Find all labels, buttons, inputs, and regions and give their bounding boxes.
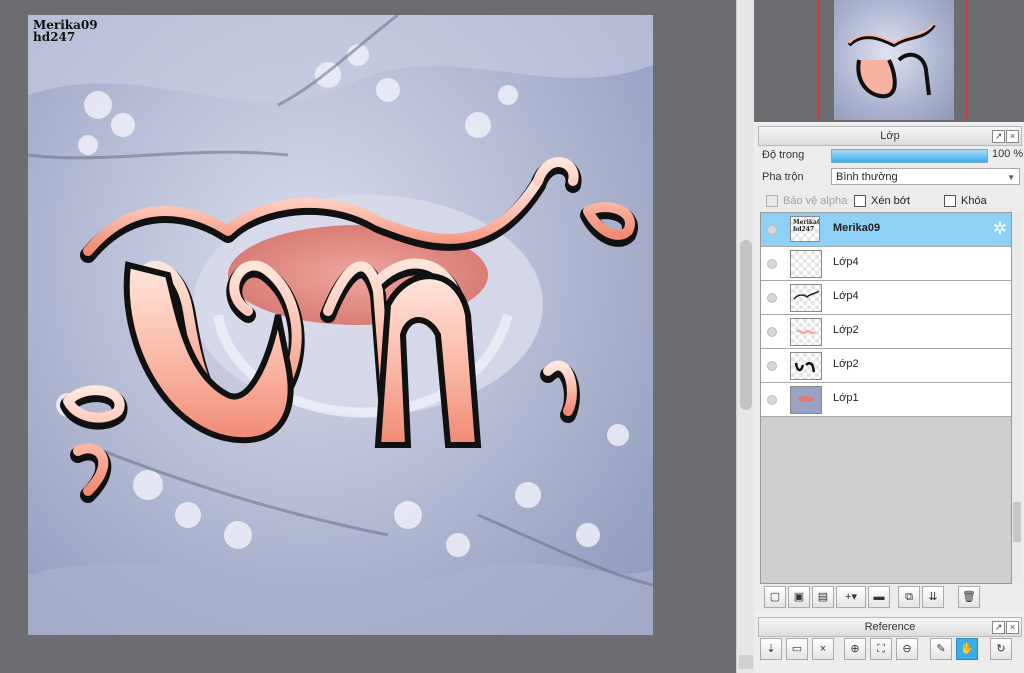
trash-icon[interactable]: 🗑 — [958, 586, 980, 608]
layer-thumbnail — [790, 318, 822, 346]
watermark-text: Merika09 hd247 — [33, 19, 98, 43]
layer-list[interactable]: Merika09 hd247 Merika09 ✲ Lớp4 Lớp4 — [760, 212, 1012, 584]
visibility-eye-icon[interactable] — [767, 225, 777, 235]
layer-panel-title: Lớp ↗ × — [758, 126, 1022, 146]
visibility-eye-icon[interactable] — [767, 361, 777, 371]
duplicate-layer-icon[interactable]: ⧉ — [898, 586, 920, 608]
navigator-frame-right — [966, 0, 968, 120]
checkbox-icon — [766, 195, 778, 208]
navigator-preview — [847, 22, 936, 99]
layer-name: Merika09 — [833, 222, 881, 234]
lock-label: Khóa — [961, 195, 987, 207]
gear-icon[interactable]: ✲ — [993, 220, 1007, 237]
layer-thumbnail-text: Merika09 hd247 — [793, 219, 819, 233]
layer-row[interactable]: Lớp2 — [761, 315, 1011, 349]
hand-icon[interactable]: ✋ — [956, 638, 978, 660]
load-reference-icon[interactable]: ⇣ — [760, 638, 782, 660]
lock-checkbox[interactable]: Khóa — [944, 194, 987, 208]
layer-panel: Lớp ↗ × Độ trong 100 % Pha trộn Bình thư… — [754, 124, 1024, 612]
navigator-thumbnail[interactable] — [834, 0, 954, 120]
artwork-illustration — [28, 15, 653, 635]
layer-row[interactable]: Lớp4 — [761, 247, 1011, 281]
layer-list-scroll-thumb[interactable] — [1013, 502, 1021, 542]
layer-thumbnail: Merika09 hd247 — [790, 216, 820, 242]
artwork-canvas[interactable]: Merika09 hd247 — [28, 15, 653, 635]
visibility-eye-icon[interactable] — [767, 395, 777, 405]
folder-icon[interactable]: ▬ — [868, 586, 890, 608]
clipping-label: Xén bớt — [871, 195, 911, 207]
thumbnail-stroke — [798, 396, 814, 402]
rotate-icon[interactable]: ↻ — [990, 638, 1012, 660]
layer-row[interactable]: Merika09 hd247 Merika09 ✲ — [761, 213, 1011, 247]
blend-mode-value: Bình thường — [836, 171, 898, 183]
canvas-area[interactable]: Merika09 hd247 — [0, 0, 736, 673]
navigator-frame-left — [818, 0, 820, 120]
eyedropper-icon[interactable]: ✎ — [930, 638, 952, 660]
layer-thumbnail — [790, 386, 822, 414]
right-panel: Lớp ↗ × Độ trong 100 % Pha trộn Bình thư… — [754, 0, 1024, 673]
canvas-scroll-thumb[interactable] — [740, 240, 752, 410]
layer-row[interactable]: Lớp4 — [761, 281, 1011, 315]
merge-layer-icon[interactable]: ⇊ — [922, 586, 944, 608]
blend-mode-label: Pha trộn — [762, 171, 804, 183]
visibility-eye-icon[interactable] — [767, 293, 777, 303]
blend-mode-select[interactable]: Bình thường ▼ — [831, 168, 1020, 185]
opacity-slider[interactable] — [831, 149, 988, 163]
new-raster-layer-icon[interactable]: ▤ — [812, 586, 834, 608]
new-layer-icon[interactable]: ▢ — [764, 586, 786, 608]
navigator-panel[interactable] — [754, 0, 1024, 122]
add-layer-dropdown-icon[interactable]: +▾ — [836, 586, 866, 608]
thumbnail-stroke — [796, 329, 816, 335]
thumbnail-stroke — [794, 362, 816, 373]
undock-icon[interactable]: ↗ — [992, 621, 1005, 634]
reference-panel-title: Reference ↗ × — [758, 617, 1022, 637]
visibility-eye-icon[interactable] — [767, 327, 777, 337]
thumbnail-stroke — [793, 290, 820, 300]
zoom-out-icon[interactable]: ⊖ — [896, 638, 918, 660]
protect-alpha-label: Bảo vệ alpha — [783, 195, 848, 207]
layer-thumbnail — [790, 250, 822, 278]
layer-thumbnail — [790, 352, 822, 380]
layer-name: Lớp1 — [833, 392, 859, 404]
layer-toolbar: ▢ ▣ ▤ +▾ ▬ ⧉ ⇊ 🗑 — [760, 586, 1020, 610]
layer-name: Lớp2 — [833, 358, 859, 370]
close-icon[interactable]: × — [1006, 130, 1019, 143]
reference-panel: Reference ↗ × ⇣ ▭ × ⊕ ⛶ ⊖ ✎ ✋ ↻ — [754, 616, 1024, 673]
canvas-scroll-down-button[interactable] — [739, 655, 753, 669]
reference-panel-title-text: Reference — [864, 621, 916, 633]
layer-row[interactable]: Lớp2 — [761, 349, 1011, 383]
opacity-value: 100 % — [992, 148, 1024, 160]
layer-panel-title-text: Lớp — [880, 130, 900, 142]
checkbox-icon — [944, 195, 956, 208]
open-folder-icon[interactable]: ▭ — [786, 638, 808, 660]
layer-name: Lớp2 — [833, 324, 859, 336]
visibility-eye-icon[interactable] — [767, 259, 777, 269]
layer-name: Lớp4 — [833, 290, 859, 302]
close-icon[interactable]: × — [1006, 621, 1019, 634]
chevron-down-icon: ▼ — [1007, 173, 1015, 182]
layer-list-scrollbar[interactable] — [1012, 212, 1022, 582]
close-reference-icon[interactable]: × — [812, 638, 834, 660]
undock-icon[interactable]: ↗ — [992, 130, 1005, 143]
watermark-line-2: hd247 — [33, 30, 76, 44]
clipping-checkbox[interactable]: Xén bớt — [854, 194, 910, 208]
new-vector-layer-icon[interactable]: ▣ — [788, 586, 810, 608]
protect-alpha-checkbox[interactable]: Bảo vệ alpha — [766, 194, 847, 208]
layer-name: Lớp4 — [833, 256, 859, 268]
layer-thumbnail — [790, 284, 822, 312]
zoom-in-icon[interactable]: ⊕ — [844, 638, 866, 660]
checkbox-icon — [854, 195, 866, 208]
canvas-vertical-scrollbar[interactable] — [736, 0, 755, 673]
layer-row[interactable]: Lớp1 — [761, 383, 1011, 417]
fit-view-icon[interactable]: ⛶ — [870, 638, 892, 660]
opacity-label: Độ trong — [762, 149, 805, 161]
